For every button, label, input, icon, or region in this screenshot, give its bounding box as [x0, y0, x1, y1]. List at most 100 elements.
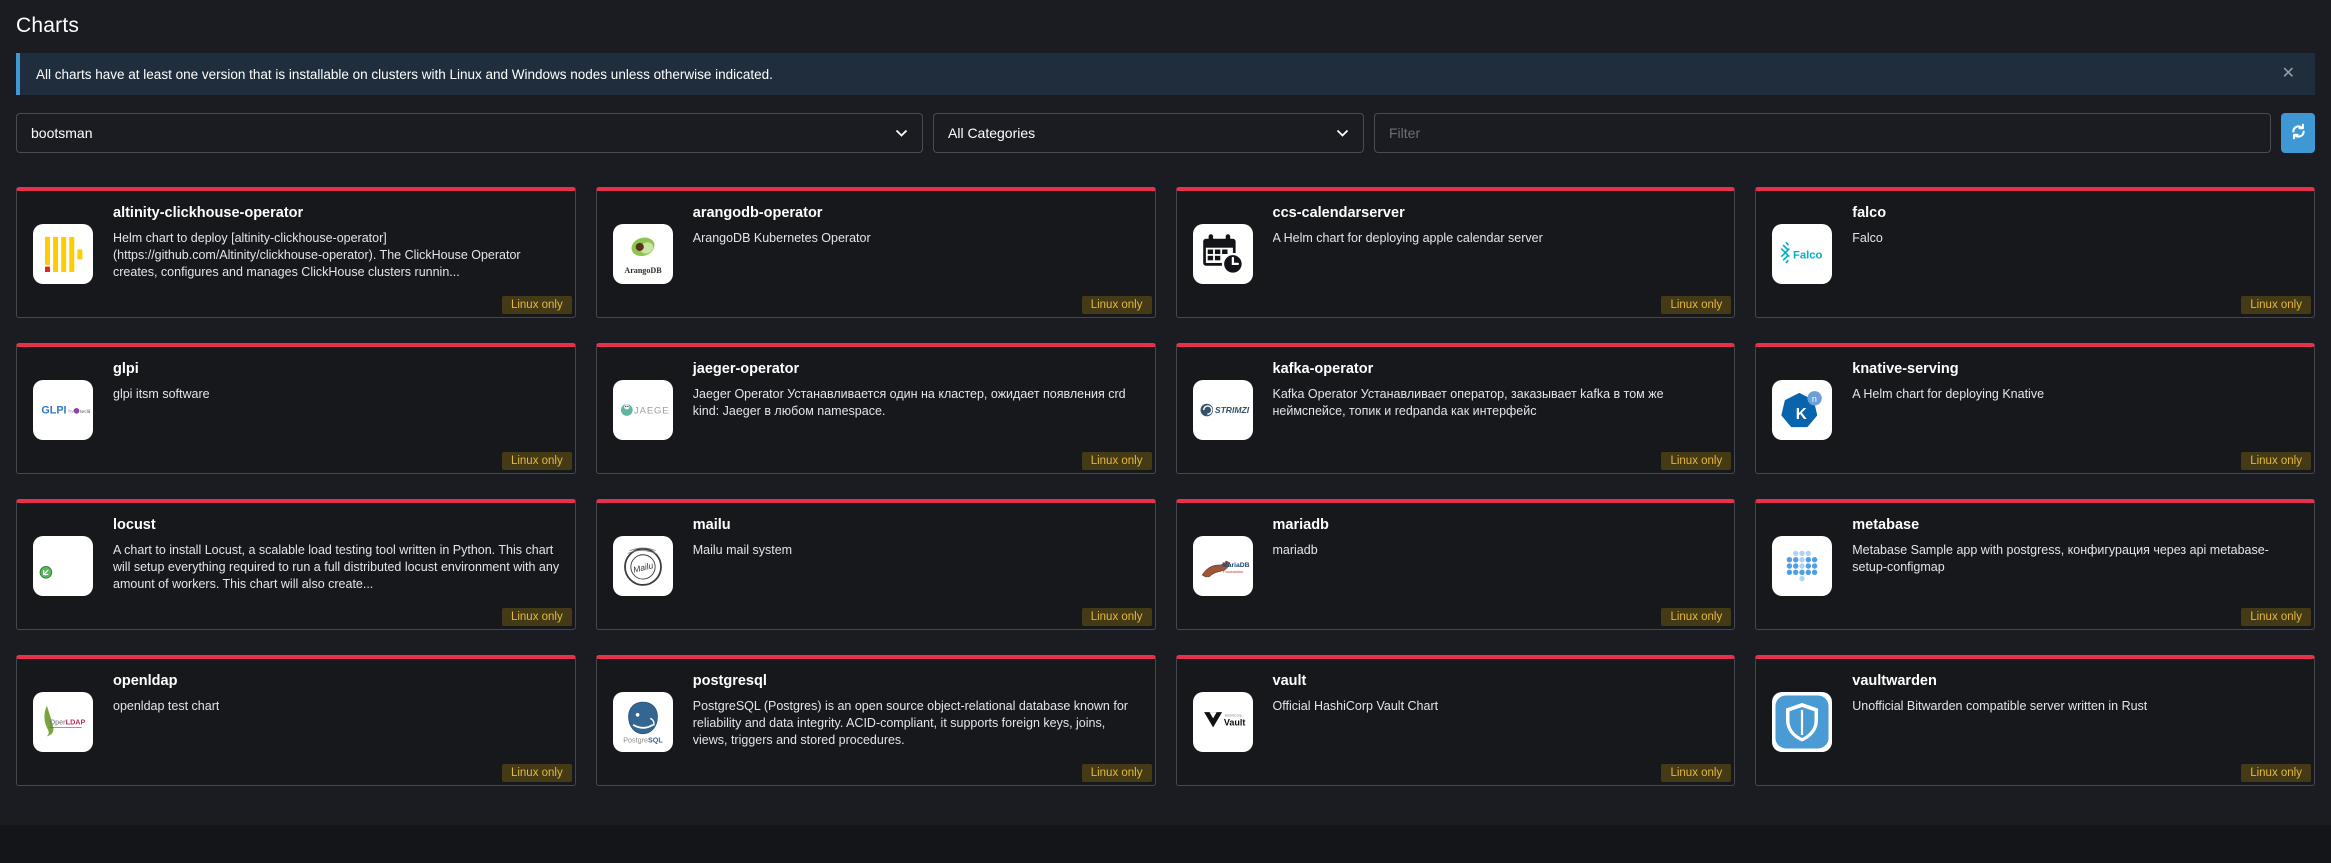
chart-card-title: vault — [1273, 673, 1439, 689]
chart-card-description: Kafka Operator Устанавливает оператор, з… — [1273, 386, 1721, 420]
chart-card-description: A chart to install Locust, a scalable lo… — [113, 542, 561, 592]
category-select[interactable]: All Categories — [933, 113, 1364, 153]
close-icon[interactable]: ✕ — [2278, 62, 2299, 86]
svg-text:Foundation: Foundation — [1223, 569, 1243, 574]
repo-select[interactable]: bootsman — [16, 113, 923, 153]
chart-card-text: postgresql PostgreSQL (Postgres) is an o… — [693, 659, 1141, 785]
linux-only-badge: Linux only — [1082, 296, 1152, 314]
mariadb-icon: MariaDBFoundation — [1193, 536, 1253, 596]
linux-only-badge: Linux only — [1661, 452, 1731, 470]
svg-text:by: by — [68, 409, 74, 415]
chart-card-text: jaeger-operator Jaeger Operator Устанавл… — [693, 347, 1141, 473]
chart-card-title: arangodb-operator — [693, 205, 871, 221]
linux-only-badge: Linux only — [1661, 608, 1731, 626]
chart-card-title: vaultwarden — [1852, 673, 2147, 689]
repo-select-value: bootsman — [31, 125, 92, 141]
strimzi-icon: STRIMZI — [1193, 380, 1253, 440]
svg-text:Mailu: Mailu — [632, 560, 654, 575]
svg-text:ArangoDB: ArangoDB — [624, 266, 662, 275]
falco-icon: Falco — [1772, 224, 1832, 284]
window-footer — [0, 825, 2331, 863]
chart-card[interactable]: STRIMZI kafka-operator Kafka Operator Ус… — [1176, 343, 1736, 474]
chart-card[interactable]: Mailu mailu Mailu mail system Linux only — [596, 499, 1156, 630]
openldap-icon: OpenLDAP — [33, 692, 93, 752]
chart-card-description: mariadb — [1273, 542, 1329, 559]
chart-card-text: vault Official HashiCorp Vault Chart — [1273, 659, 1439, 785]
chart-card-text: knative-serving A Helm chart for deployi… — [1852, 347, 2044, 473]
refresh-button[interactable] — [2281, 113, 2315, 153]
info-banner: All charts have at least one version tha… — [16, 53, 2315, 95]
chart-card-text: kafka-operator Kafka Operator Устанавлив… — [1273, 347, 1721, 473]
chart-card-text: vaultwarden Unofficial Bitwarden compati… — [1852, 659, 2147, 785]
linux-only-badge: Linux only — [502, 296, 572, 314]
chart-card[interactable]: MariaDBFoundation mariadb mariadb Linux … — [1176, 499, 1736, 630]
svg-text:LDAP: LDAP — [66, 718, 86, 727]
chart-card-text: falco Falco — [1852, 191, 1886, 317]
linux-only-badge: Linux only — [1082, 452, 1152, 470]
svg-text:n: n — [1812, 394, 1817, 404]
chart-card-text: openldap openldap test chart — [113, 659, 219, 785]
jaeger-icon: JAEGER — [613, 380, 673, 440]
filter-input[interactable] — [1374, 113, 2271, 153]
category-select-value: All Categories — [948, 125, 1035, 141]
chart-card-text: metabase Metabase Sample app with postgr… — [1852, 503, 2300, 629]
chart-card[interactable]: OpenLDAP openldap openldap test chart Li… — [16, 655, 576, 786]
chart-card-text: glpi glpi itsm software — [113, 347, 210, 473]
linux-only-badge: Linux only — [2241, 764, 2311, 782]
chart-card-description: glpi itsm software — [113, 386, 210, 403]
svg-text:STRIMZI: STRIMZI — [1214, 405, 1249, 415]
chart-card-title: glpi — [113, 361, 210, 377]
chart-card[interactable]: HashiCorpVault vault Official HashiCorp … — [1176, 655, 1736, 786]
chart-card[interactable]: altinity-clickhouse-operator Helm chart … — [16, 187, 576, 318]
chart-card[interactable]: ccs-calendarserver A Helm chart for depl… — [1176, 187, 1736, 318]
chart-card-description: A Helm chart for deploying Knative — [1852, 386, 2044, 403]
svg-text:teclib: teclib — [80, 409, 90, 415]
svg-text:JAEGER: JAEGER — [634, 406, 670, 417]
chart-card[interactable]: locust A chart to install Locust, a scal… — [16, 499, 576, 630]
chart-card-description: openldap test chart — [113, 698, 219, 715]
charts-page: { "page": { "title": "Charts" }, "banner… — [0, 14, 2331, 863]
chart-card-title: ccs-calendarserver — [1273, 205, 1543, 221]
chart-card[interactable]: JAEGER jaeger-operator Jaeger Operator У… — [596, 343, 1156, 474]
svg-text:Open: Open — [50, 718, 68, 727]
chart-card-title: jaeger-operator — [693, 361, 1141, 377]
chart-card-description: Helm chart to deploy [altinity-clickhous… — [113, 230, 561, 280]
chart-card-description: Falco — [1852, 230, 1886, 247]
chart-card-text: arangodb-operator ArangoDB Kubernetes Op… — [693, 191, 871, 317]
linux-only-badge: Linux only — [1082, 764, 1152, 782]
linux-only-badge: Linux only — [502, 452, 572, 470]
chart-card[interactable]: vaultwarden Unofficial Bitwarden compati… — [1755, 655, 2315, 786]
chevron-down-icon — [895, 129, 908, 138]
svg-text:GLPI: GLPI — [41, 405, 66, 417]
chart-card-title: falco — [1852, 205, 1886, 221]
chart-card-title: metabase — [1852, 517, 2300, 533]
filter-bar: bootsman All Categories — [16, 113, 2315, 153]
knative-icon: Kn — [1772, 380, 1832, 440]
refresh-icon — [2289, 122, 2308, 144]
chart-card-description: Jaeger Operator Устанавливается один на … — [693, 386, 1141, 420]
linux-only-badge: Linux only — [2241, 608, 2311, 626]
chart-card-title: knative-serving — [1852, 361, 2044, 377]
chart-card-description: ArangoDB Kubernetes Operator — [693, 230, 871, 247]
vaultwarden-icon — [1772, 692, 1832, 752]
chart-card[interactable]: PostgreSQL postgresql PostgreSQL (Postgr… — [596, 655, 1156, 786]
chart-card-description: Official HashiCorp Vault Chart — [1273, 698, 1439, 715]
chart-card[interactable]: GLPIby teclib glpi glpi itsm software Lin… — [16, 343, 576, 474]
linux-only-badge: Linux only — [2241, 452, 2311, 470]
chart-card-title: kafka-operator — [1273, 361, 1721, 377]
chart-card[interactable]: metabase Metabase Sample app with postgr… — [1755, 499, 2315, 630]
svg-text:Vault: Vault — [1223, 718, 1245, 728]
chart-card-description: Unofficial Bitwarden compatible server w… — [1852, 698, 2147, 715]
chart-card[interactable]: ArangoDB arangodb-operator ArangoDB Kube… — [596, 187, 1156, 318]
svg-text:PostgreSQL: PostgreSQL — [623, 736, 663, 745]
linux-only-badge: Linux only — [1661, 296, 1731, 314]
vault-icon: HashiCorpVault — [1193, 692, 1253, 752]
linux-only-badge: Linux only — [502, 608, 572, 626]
linux-only-badge: Linux only — [2241, 296, 2311, 314]
chart-card-description: Metabase Sample app with postgress, конф… — [1852, 542, 2300, 576]
page-container: Charts All charts have at least one vers… — [0, 14, 2331, 786]
chart-card[interactable]: Falco falco Falco Linux only — [1755, 187, 2315, 318]
svg-text:K: K — [1796, 406, 1807, 423]
calendar-clock-icon — [1193, 224, 1253, 284]
chart-card[interactable]: Kn knative-serving A Helm chart for depl… — [1755, 343, 2315, 474]
